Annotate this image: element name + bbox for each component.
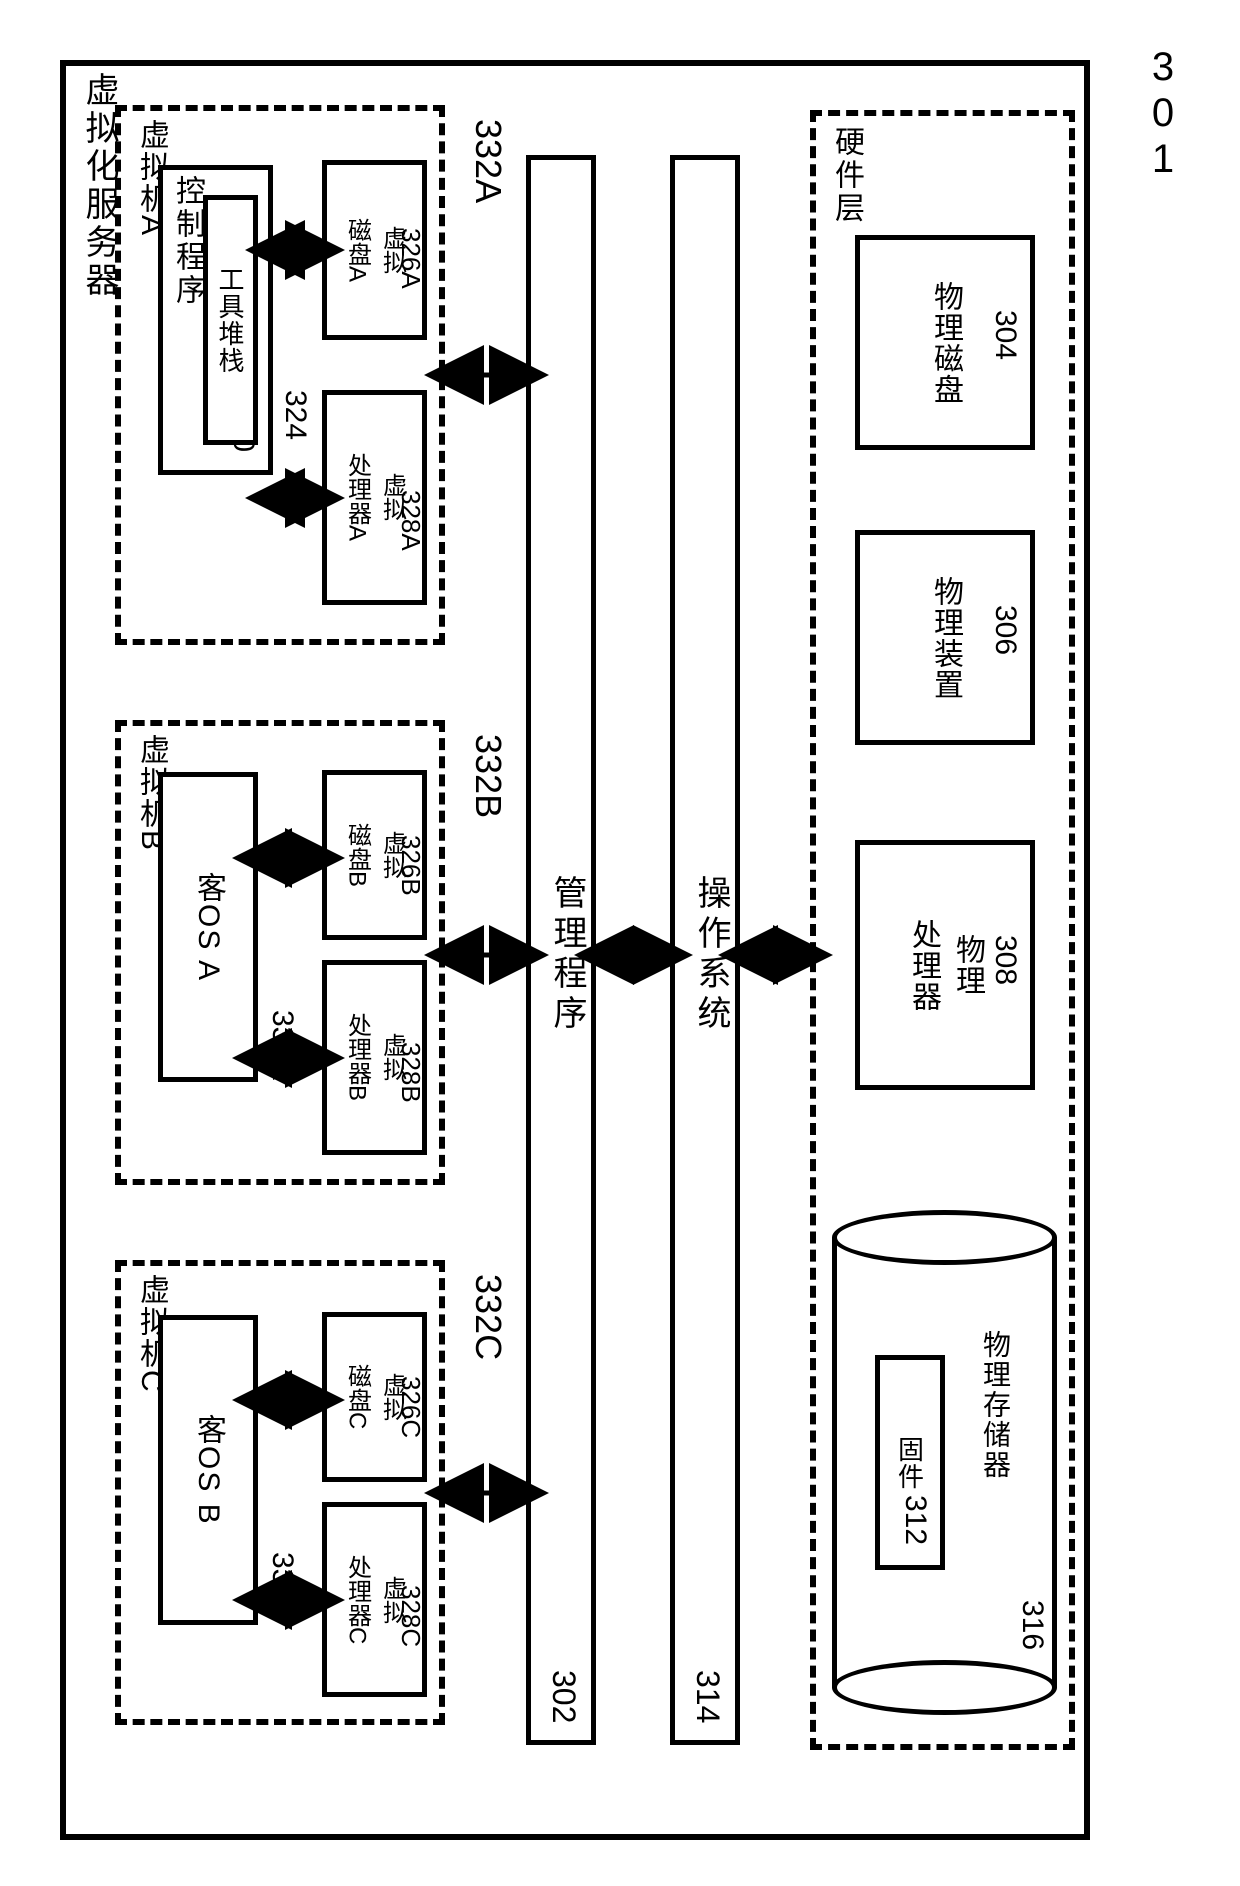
os-label: 操作系统	[687, 875, 736, 1035]
vproc-c-ref: 328C	[395, 1585, 426, 1647]
physical-disk-ref: 304	[988, 310, 1022, 360]
figure-number: 301	[1140, 45, 1185, 183]
tool-stack-label: 工具堆栈	[208, 200, 253, 440]
cylinder-bottom	[832, 1660, 1057, 1715]
vproc-a-ref: 328A	[395, 490, 426, 551]
hardware-label: 硬件层	[824, 126, 868, 225]
physical-processor-ref: 308	[988, 935, 1022, 985]
hypervisor-label: 管理程序	[543, 875, 592, 1035]
guest-os-a-ref: 330A	[265, 1010, 299, 1080]
vm-c-ref: 332C	[467, 1274, 509, 1360]
os-ref: 314	[689, 1670, 726, 1723]
physical-device-ref: 306	[988, 605, 1022, 655]
vm-b-ref: 332B	[467, 734, 509, 818]
vdisk-c-ref: 326C	[395, 1376, 426, 1438]
hypervisor-ref: 302	[545, 1670, 582, 1723]
cylinder-top	[832, 1210, 1057, 1265]
vdisk-b-ref: 326B	[395, 835, 426, 896]
tool-stack-ref: 324	[278, 390, 312, 440]
guest-os-a: 客OS A	[158, 772, 258, 1082]
storage-ref: 316	[1015, 1600, 1049, 1650]
vdisk-a-ref: 326A	[395, 228, 426, 289]
guest-os-a-label: 客OS A	[163, 777, 253, 1077]
vm-a-ref: 332A	[467, 119, 509, 203]
firmware-ref: 312	[898, 1495, 932, 1545]
vproc-b-ref: 328B	[395, 1042, 426, 1103]
guest-os-b: 客OS B	[158, 1315, 258, 1625]
storage-label: 物理存储器	[975, 1330, 1015, 1480]
guest-os-b-ref: 330B	[265, 1552, 299, 1622]
diagram-page: 301 虚拟化服务器 虚拟机A 332A 320 控制程序 工具堆栈 324 虚…	[0, 0, 1240, 1886]
tool-stack: 工具堆栈	[203, 195, 258, 445]
guest-os-b-label: 客OS B	[163, 1320, 253, 1620]
